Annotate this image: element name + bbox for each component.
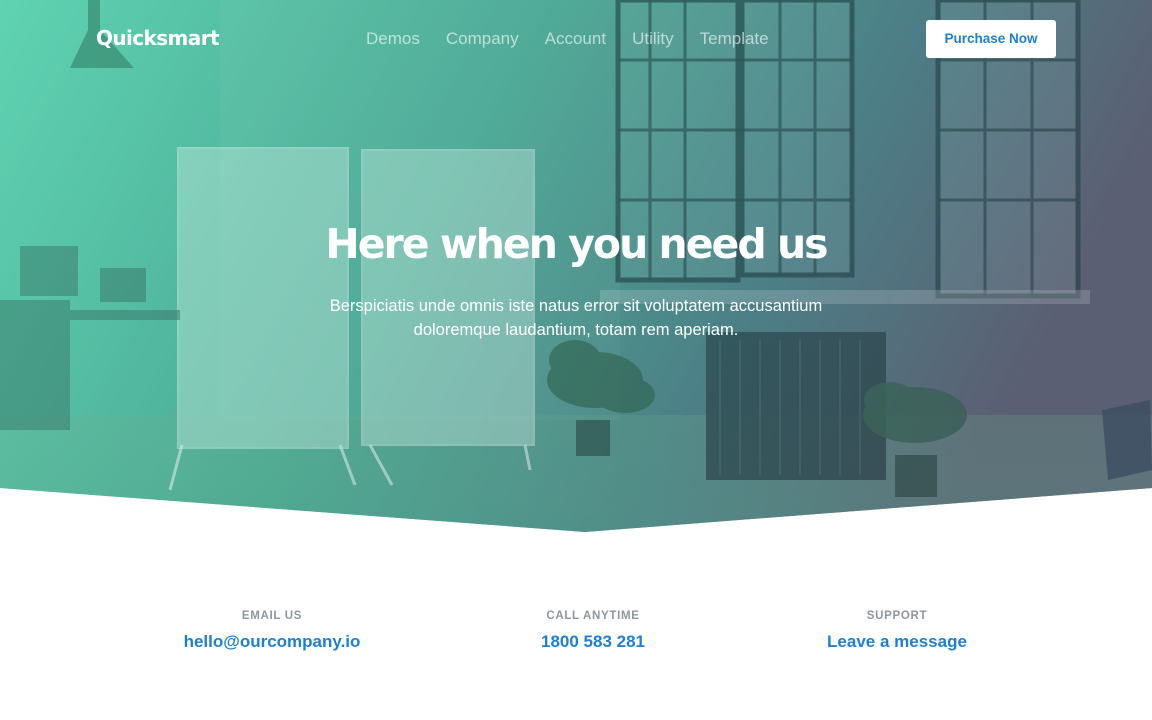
- nav-item-company[interactable]: Company: [446, 29, 519, 49]
- contact-email-label: EMAIL US: [241, 610, 303, 622]
- contact-support-label: SUPPORT: [866, 610, 928, 622]
- nav-item-utility[interactable]: Utility: [632, 29, 674, 49]
- contact-phone: CALL ANYTIME 1800 583 281: [493, 610, 693, 652]
- contact-phone-link[interactable]: 1800 583 281: [493, 632, 693, 652]
- leave-message-link[interactable]: Leave a message: [797, 632, 997, 652]
- nav-item-demos[interactable]: Demos: [366, 29, 420, 49]
- contact-support: SUPPORT Leave a message: [797, 610, 997, 652]
- hero-headline: Here when you need us: [325, 220, 828, 268]
- main-nav: Demos Company Account Utility Template: [366, 29, 795, 49]
- contact-email: EMAIL US hello@ourcompany.io: [172, 610, 372, 652]
- nav-item-template[interactable]: Template: [700, 29, 769, 49]
- brand-logo[interactable]: Quicksmart: [96, 26, 220, 50]
- contact-email-link[interactable]: hello@ourcompany.io: [172, 632, 372, 652]
- hero-background-image: [0, 0, 1152, 532]
- nav-item-account[interactable]: Account: [545, 29, 606, 49]
- hero-section: Quicksmart Demos Company Account Utility…: [0, 0, 1152, 540]
- purchase-now-button[interactable]: Purchase Now: [926, 20, 1056, 58]
- hero-subtext: Berspiciatis unde omnis iste natus error…: [329, 297, 823, 339]
- contact-phone-label: CALL ANYTIME: [546, 610, 640, 622]
